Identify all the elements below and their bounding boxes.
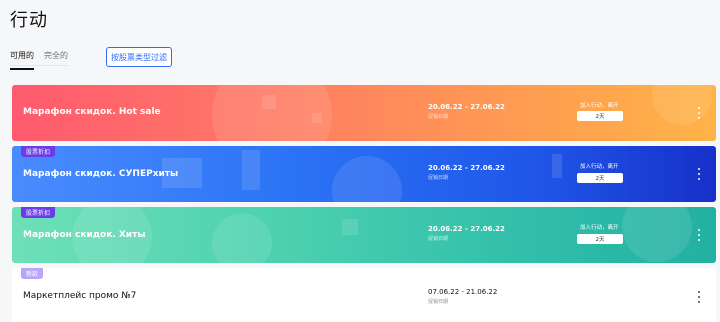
promotion-card[interactable]: 新款 Маркетплейс промо №7 07.06.22 - 21.06… bbox=[12, 268, 716, 322]
tab-completed[interactable]: 完全的 bbox=[44, 50, 68, 70]
tab-bar: 可用的 完全的 bbox=[10, 50, 68, 70]
tab-underline-rail bbox=[10, 65, 69, 66]
card-decoration bbox=[342, 219, 358, 235]
card-decoration bbox=[242, 150, 260, 190]
card-decoration bbox=[262, 95, 276, 109]
promotion-card[interactable]: 股票折扣 Марафон скидок. Хиты 20.06.22 - 27.… bbox=[12, 207, 716, 263]
join-countdown-label: 加入行动，离开 bbox=[580, 164, 619, 170]
more-options-icon[interactable] bbox=[695, 168, 703, 180]
days-left-badge: 2天 bbox=[577, 111, 623, 121]
tab-available[interactable]: 可用的 bbox=[10, 50, 34, 70]
promotion-card[interactable]: 股票折扣 Марафон скидок. СУПЕРхиты 20.06.22 … bbox=[12, 146, 716, 202]
promotion-dates-caption: 促销日期 bbox=[428, 299, 449, 305]
card-decoration bbox=[552, 154, 562, 178]
promotion-badge: 新款 bbox=[21, 268, 44, 279]
card-decoration bbox=[622, 207, 692, 262]
filter-by-stock-type-button[interactable]: 按股票类型过滤 bbox=[106, 47, 172, 67]
card-decoration bbox=[332, 156, 402, 202]
promotion-name: Марафон скидок. Хиты bbox=[23, 230, 146, 240]
page-title: 行动 bbox=[10, 10, 48, 31]
more-options-icon[interactable] bbox=[695, 229, 703, 241]
more-options-icon[interactable] bbox=[695, 291, 703, 303]
more-options-icon[interactable] bbox=[695, 107, 703, 119]
join-countdown-label: 加入行动，离开 bbox=[580, 225, 619, 231]
promotion-badge: 股票折扣 bbox=[21, 146, 56, 157]
promotion-card[interactable]: Марафон скидок. Hot sale 20.06.22 - 27.0… bbox=[12, 85, 716, 141]
days-left-badge: 2天 bbox=[577, 234, 623, 244]
promotion-name: Марафон скидок. СУПЕРхиты bbox=[23, 169, 179, 179]
promotion-dates: 20.06.22 - 27.06.22 bbox=[428, 103, 505, 111]
promotions-page: 行动 可用的 完全的 按股票类型过滤 Марафон скидок. Hot s… bbox=[0, 0, 720, 322]
promotion-badge: 股票折扣 bbox=[21, 207, 56, 218]
join-countdown-label: 加入行动，离开 bbox=[580, 103, 619, 109]
card-decoration bbox=[652, 85, 712, 125]
promotion-dates-caption: 促销日期 bbox=[428, 236, 449, 242]
card-decoration bbox=[312, 113, 322, 123]
days-left-badge: 2天 bbox=[577, 173, 623, 183]
promotion-dates: 07.06.22 - 21.06.22 bbox=[428, 288, 498, 296]
promotion-dates-caption: 促销日期 bbox=[428, 175, 449, 181]
promotion-dates: 20.06.22 - 27.06.22 bbox=[428, 164, 505, 172]
promotion-dates-caption: 促销日期 bbox=[428, 114, 449, 120]
promotion-dates: 20.06.22 - 27.06.22 bbox=[428, 225, 505, 233]
promotion-name: Маркетплейс промо №7 bbox=[23, 291, 137, 301]
card-decoration bbox=[212, 213, 272, 263]
promotion-name: Марафон скидок. Hot sale bbox=[23, 107, 161, 117]
